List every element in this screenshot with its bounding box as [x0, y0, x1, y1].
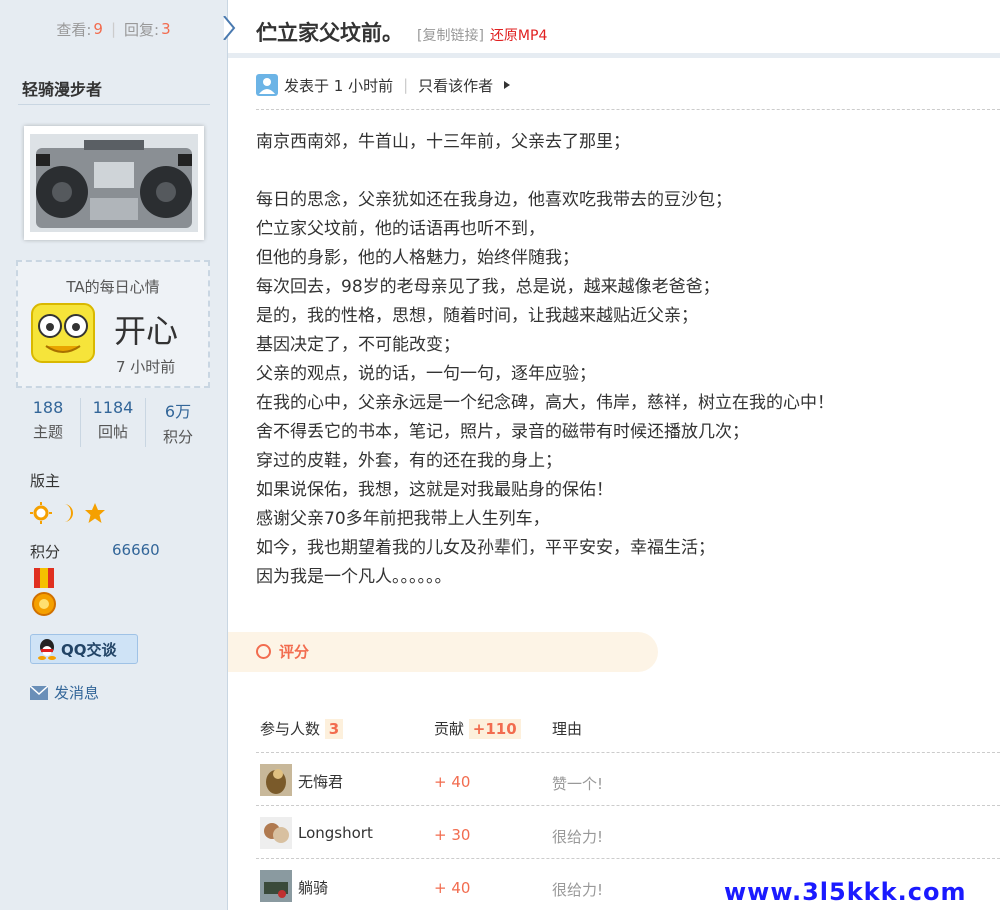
user-counts: 188 主题 1184 回帖 6万 积分: [16, 398, 210, 447]
post-line: 舍不得丢它的书本，笔记，照片，录音的磁带有时候还播放几次；: [256, 422, 749, 442]
post-content: 南京西南郊，牛首山，十三年前，父亲去了那里； 每日的思念，父亲犹如还在我身边，他喜…: [256, 128, 996, 592]
happy-face-icon: [31, 303, 95, 363]
count-label: 积分: [162, 428, 193, 446]
title-divider: [228, 53, 1000, 58]
post-meta: 发表于 1 小时前 | 只看该作者: [256, 74, 519, 96]
post-line: 如果说保佑，我想，这就是对我最贴身的保佑！: [256, 480, 613, 500]
mood-time: 7 小时前: [116, 358, 176, 376]
rater-points: + 40: [434, 773, 471, 791]
count-label: 回帖: [97, 423, 128, 441]
post-line: 是的，我的性格，思想，随着时间，让我越来越贴近父亲；: [256, 306, 698, 326]
post-line: 感谢父亲70多年前把我带上人生列车，: [256, 509, 550, 529]
post-line: 但他的身影，他的人格魅力，始终伴随我；: [256, 248, 579, 268]
post-line: 基因决定了，不可能改变；: [256, 335, 460, 355]
replies-count: 3: [161, 20, 171, 38]
thread-title-row: 伫立家父坟前。 [复制链接] 还原MP4: [256, 17, 547, 47]
post-line: 如今，我也期望着我的儿女及孙辈们，平平安安，幸福生活；: [256, 538, 715, 558]
rater-reason: 很给力!: [552, 828, 604, 846]
post-line: 每次回去，98岁的老母亲见了我，总是说，越来越像老爸爸；: [256, 277, 720, 297]
participants-label: 参与人数: [260, 720, 321, 738]
caret-right-icon: [504, 81, 511, 89]
post-line: 穿过的皮鞋，外套，有的还在我的身上；: [256, 451, 562, 471]
daily-mood-card: TA的每日心情 开心 7 小时前: [16, 260, 210, 388]
views-count: 9: [93, 20, 103, 38]
sun-icon: [30, 502, 52, 524]
medal-icon[interactable]: [30, 568, 58, 620]
rater-reason: 很给力!: [552, 881, 604, 899]
reason-label: 理由: [552, 720, 583, 738]
header-arrow-icon: [223, 16, 236, 40]
avatar[interactable]: [24, 126, 204, 240]
rater-avatar[interactable]: [260, 817, 292, 849]
participants-count: 3: [324, 719, 344, 739]
count-label: 主题: [32, 423, 63, 441]
participants-header: 参与人数 3: [260, 718, 344, 739]
contribution-total: +110: [468, 719, 521, 739]
count-value: 6万: [164, 402, 192, 421]
points-label: 积分: [30, 543, 61, 561]
rating-label: 评分: [279, 643, 310, 661]
watermark: www.3l5kkk.com: [724, 878, 967, 906]
envelope-icon: [30, 685, 48, 700]
count-value: 1184: [92, 398, 134, 417]
rater-points: + 40: [434, 879, 471, 897]
views-label: 查看:: [56, 20, 92, 39]
rater-avatar[interactable]: [260, 870, 292, 902]
user-role: 版主: [30, 472, 61, 490]
qq-penguin-icon: [38, 639, 56, 660]
circle-icon: [256, 644, 271, 659]
rater-name[interactable]: 躺骑: [298, 877, 328, 898]
post-line: 伫立家父坟前，他的话语再也听不到，: [256, 219, 545, 239]
thread-stats: 查看: 9 | 回复: 3: [0, 0, 228, 58]
points-value: 66660: [112, 541, 160, 559]
moon-icon: [64, 504, 73, 522]
rater-avatar[interactable]: [260, 764, 292, 796]
rater-name[interactable]: Longshort: [298, 824, 373, 842]
mood-word: 开心: [114, 312, 179, 350]
post-line: 在我的心中，父亲永远是一个纪念碑，高大，伟岸，慈祥，树立在我的心中！: [256, 393, 834, 413]
user-icon: [256, 74, 278, 96]
table-row: 无悔君 + 40 赞一个!: [256, 752, 1000, 805]
user-sidebar: 轻骑漫步者 TA的每日心情 开心 7 小时前 188 主题 1184 回帖 6万…: [0, 58, 228, 910]
table-row: Longshort + 30 很给力!: [256, 805, 1000, 858]
send-message-link[interactable]: 发消息: [30, 682, 99, 703]
user-name[interactable]: 轻骑漫步者: [22, 76, 102, 100]
rating-header: 参与人数 3 贡献 +110 理由: [256, 718, 1000, 752]
count-posts[interactable]: 1184 回帖: [81, 398, 146, 447]
contribution-label: 贡献: [434, 720, 465, 738]
post-line: [256, 157, 996, 186]
post-time: 发表于 1 小时前: [284, 76, 394, 95]
only-author-link[interactable]: 只看该作者: [418, 75, 493, 96]
user-divider: [18, 104, 210, 105]
count-threads[interactable]: 188 主题: [16, 398, 81, 447]
send-message-label: 发消息: [54, 684, 100, 702]
count-points[interactable]: 6万 积分: [146, 398, 210, 447]
thread-title: 伫立家父坟前。: [256, 21, 403, 45]
copy-link-button[interactable]: [复制链接]: [417, 25, 484, 45]
meta-divider-line: [256, 109, 1000, 110]
rater-reason: 赞一个!: [552, 775, 604, 793]
contribution-header: 贡献 +110: [434, 718, 521, 739]
post-line: 每日的思念，父亲犹如还在我身边，他喜欢吃我带去的豆沙包；: [256, 190, 732, 210]
qq-chat-label: QQ交谈: [61, 640, 117, 659]
boombox-icon: [30, 134, 198, 232]
qq-chat-button[interactable]: QQ交谈: [30, 634, 138, 664]
replies-label: 回复:: [124, 20, 160, 39]
rater-points: + 30: [434, 826, 471, 844]
meta-divider: |: [403, 76, 409, 94]
post-line: 南京西南郊，牛首山，十三年前，父亲去了那里；: [256, 132, 630, 152]
mood-title: TA的每日心情: [66, 278, 160, 296]
stats-divider: |: [110, 20, 117, 38]
rank-icons: [30, 502, 112, 524]
post-line: 因为我是一个凡人。。。。。。: [256, 567, 452, 587]
star-icon: [85, 503, 105, 523]
post-line: 父亲的观点，说的话，一句一句，逐年应验；: [256, 364, 596, 384]
count-value: 188: [32, 398, 64, 417]
rater-name[interactable]: 无悔君: [298, 771, 343, 792]
restore-mp4-link[interactable]: 还原MP4: [490, 25, 547, 45]
rating-tab-label[interactable]: 评分: [256, 641, 309, 662]
